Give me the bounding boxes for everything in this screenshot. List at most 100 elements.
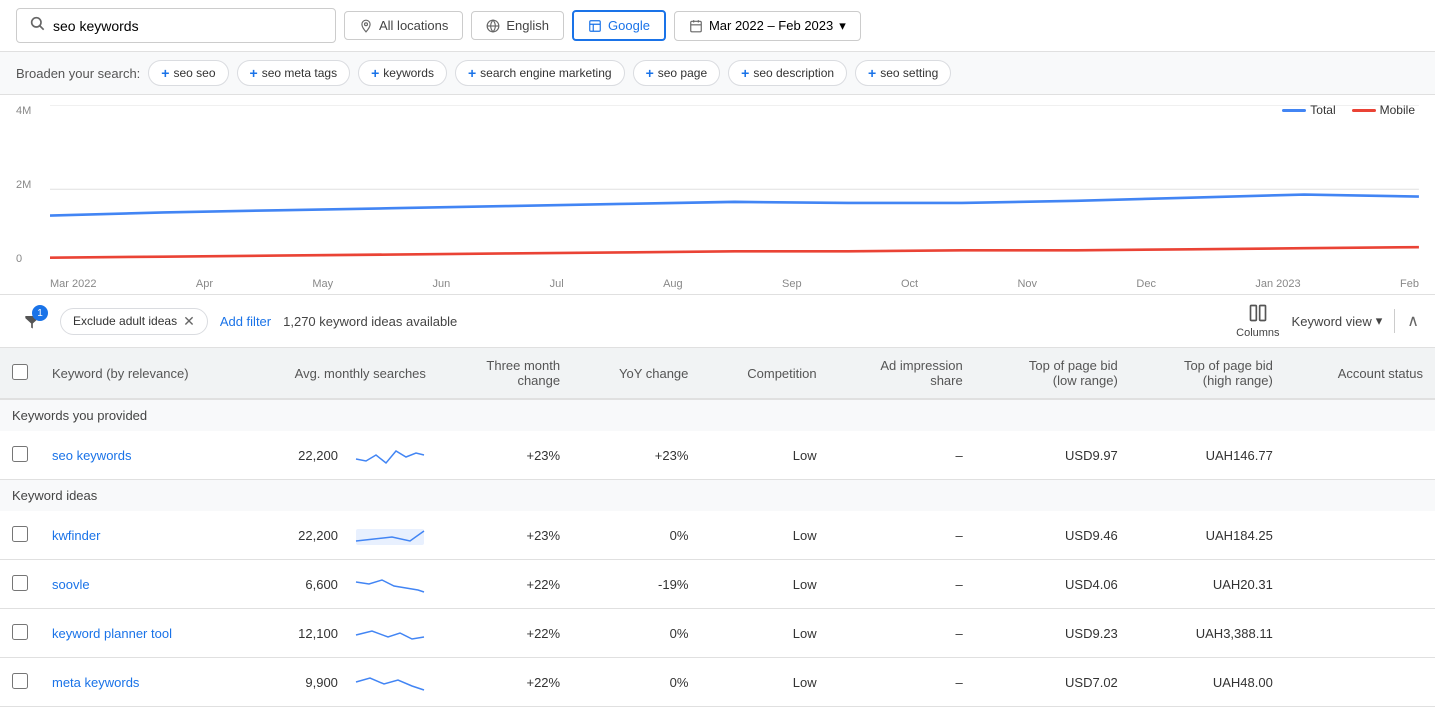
x-label-nov: Nov (1017, 278, 1037, 290)
avg-searches-cell: 22,200 (261, 431, 342, 480)
broaden-chip-seo-seo[interactable]: + seo seo (148, 60, 228, 86)
chart-x-axis: Mar 2022 Apr May Jun Jul Aug Sep Oct Nov… (50, 278, 1419, 290)
trend-sparkline-cell (342, 609, 438, 658)
broaden-chip-label: seo setting (880, 66, 938, 80)
keyword-cell[interactable]: soovle (40, 560, 261, 609)
yoy-cell: 0% (572, 658, 700, 707)
plus-icon: + (646, 65, 654, 81)
search-icon (29, 15, 45, 36)
filter-badge: 1 (32, 305, 48, 321)
three-month-cell: +22% (438, 609, 572, 658)
row-checkbox-cell[interactable] (0, 560, 40, 609)
keyword-view-button[interactable]: Keyword view ▾ (1292, 313, 1383, 329)
trend-sparkline-cell (342, 560, 438, 609)
row-checkbox[interactable] (12, 673, 28, 689)
y-label-0: 0 (16, 253, 31, 265)
account-status-cell (1285, 511, 1435, 560)
avg-searches-cell: 6,600 (261, 560, 342, 609)
broaden-chip-seo-setting[interactable]: + seo setting (855, 60, 951, 86)
top-low-cell: USD9.97 (975, 431, 1130, 480)
plus-icon: + (741, 65, 749, 81)
keyword-cell[interactable]: seo keywords (40, 431, 261, 480)
row-checkbox[interactable] (12, 624, 28, 640)
header-yoy[interactable]: YoY change (572, 348, 700, 399)
table-row: keyword planner tool 12,100 +22% 0% Low … (0, 609, 1435, 658)
x-label-sep: Sep (782, 278, 802, 290)
section-provided-label: Keywords you provided (0, 399, 1435, 431)
x-label-jun: Jun (433, 278, 451, 290)
x-label-dec: Dec (1136, 278, 1156, 290)
three-month-cell: +23% (438, 511, 572, 560)
language-label: English (506, 18, 549, 33)
header-checkbox-cell[interactable] (0, 348, 40, 399)
broaden-chip-search-engine-marketing[interactable]: + search engine marketing (455, 60, 625, 86)
ad-impression-cell: – (829, 431, 975, 480)
location-filter-button[interactable]: All locations (344, 11, 463, 40)
trend-sparkline-cell (342, 511, 438, 560)
row-checkbox[interactable] (12, 446, 28, 462)
x-label-feb: Feb (1400, 278, 1419, 290)
divider (1394, 309, 1395, 333)
header-three-month[interactable]: Three monthchange (438, 348, 572, 399)
header-account-status[interactable]: Account status (1285, 348, 1435, 399)
trend-sparkline-cell (342, 658, 438, 707)
competition-cell: Low (700, 511, 828, 560)
exclude-adult-close-button[interactable]: ✕ (183, 313, 195, 330)
header-avg-searches[interactable]: Avg. monthly searches (261, 348, 438, 399)
keyword-cell[interactable]: keyword planner tool (40, 609, 261, 658)
account-status-cell (1285, 560, 1435, 609)
columns-button[interactable]: Columns (1236, 303, 1279, 339)
table-row: kwfinder 22,200 +23% 0% Low – USD9.46 UA… (0, 511, 1435, 560)
keyword-cell[interactable]: kwfinder (40, 511, 261, 560)
top-high-cell: UAH146.77 (1130, 431, 1285, 480)
y-label-2m: 2M (16, 179, 31, 191)
x-label-aug: Aug (663, 278, 683, 290)
row-checkbox[interactable] (12, 575, 28, 591)
header-keyword[interactable]: Keyword (by relevance) (40, 348, 261, 399)
header-top-high[interactable]: Top of page bid(high range) (1130, 348, 1285, 399)
select-all-checkbox[interactable] (12, 364, 28, 380)
header-ad-impression[interactable]: Ad impressionshare (829, 348, 975, 399)
filter-button[interactable]: 1 (16, 305, 48, 337)
date-range-button[interactable]: Mar 2022 – Feb 2023 ▾ (674, 11, 861, 41)
header-top-low[interactable]: Top of page bid(low range) (975, 348, 1130, 399)
section-provided-row: Keywords you provided (0, 399, 1435, 431)
trend-sparkline-cell (342, 431, 438, 480)
broaden-chip-label: seo page (658, 66, 707, 80)
top-low-cell: USD9.23 (975, 609, 1130, 658)
add-filter-button[interactable]: Add filter (220, 314, 271, 329)
top-low-cell: USD7.02 (975, 658, 1130, 707)
broaden-chip-keywords[interactable]: + keywords (358, 60, 447, 86)
row-checkbox-cell[interactable] (0, 658, 40, 707)
header-competition[interactable]: Competition (700, 348, 828, 399)
plus-icon: + (250, 65, 258, 81)
row-checkbox-cell[interactable] (0, 609, 40, 658)
row-checkbox-cell[interactable] (0, 431, 40, 480)
avg-searches-cell: 9,900 (261, 658, 342, 707)
broaden-chip-seo-page[interactable]: + seo page (633, 60, 721, 86)
yoy-cell: 0% (572, 511, 700, 560)
search-box[interactable] (16, 8, 336, 43)
collapse-button[interactable]: ∧ (1407, 311, 1419, 331)
engine-filter-button[interactable]: Google (572, 10, 666, 41)
table-row: soovle 6,600 +22% -19% Low – USD4.06 UAH… (0, 560, 1435, 609)
x-label-may: May (312, 278, 333, 290)
plus-icon: + (468, 65, 476, 81)
table-row: meta keywords 9,900 +22% 0% Low – USD7.0… (0, 658, 1435, 707)
ad-impression-cell: – (829, 511, 975, 560)
search-input[interactable] (53, 18, 323, 34)
broaden-search-bar: Broaden your search: + seo seo + seo met… (0, 52, 1435, 95)
three-month-cell: +22% (438, 560, 572, 609)
plus-icon: + (161, 65, 169, 81)
keyword-cell[interactable]: meta keywords (40, 658, 261, 707)
broaden-chip-seo-meta-tags[interactable]: + seo meta tags (237, 60, 351, 86)
filter-bar: 1 Exclude adult ideas ✕ Add filter 1,270… (0, 295, 1435, 348)
row-checkbox-cell[interactable] (0, 511, 40, 560)
section-ideas-row: Keyword ideas (0, 480, 1435, 512)
broaden-chip-seo-description[interactable]: + seo description (728, 60, 847, 86)
account-status-cell (1285, 431, 1435, 480)
filter-bar-right: Columns Keyword view ▾ ∧ (1236, 303, 1419, 339)
language-filter-button[interactable]: English (471, 11, 564, 40)
row-checkbox[interactable] (12, 526, 28, 542)
yoy-cell: +23% (572, 431, 700, 480)
